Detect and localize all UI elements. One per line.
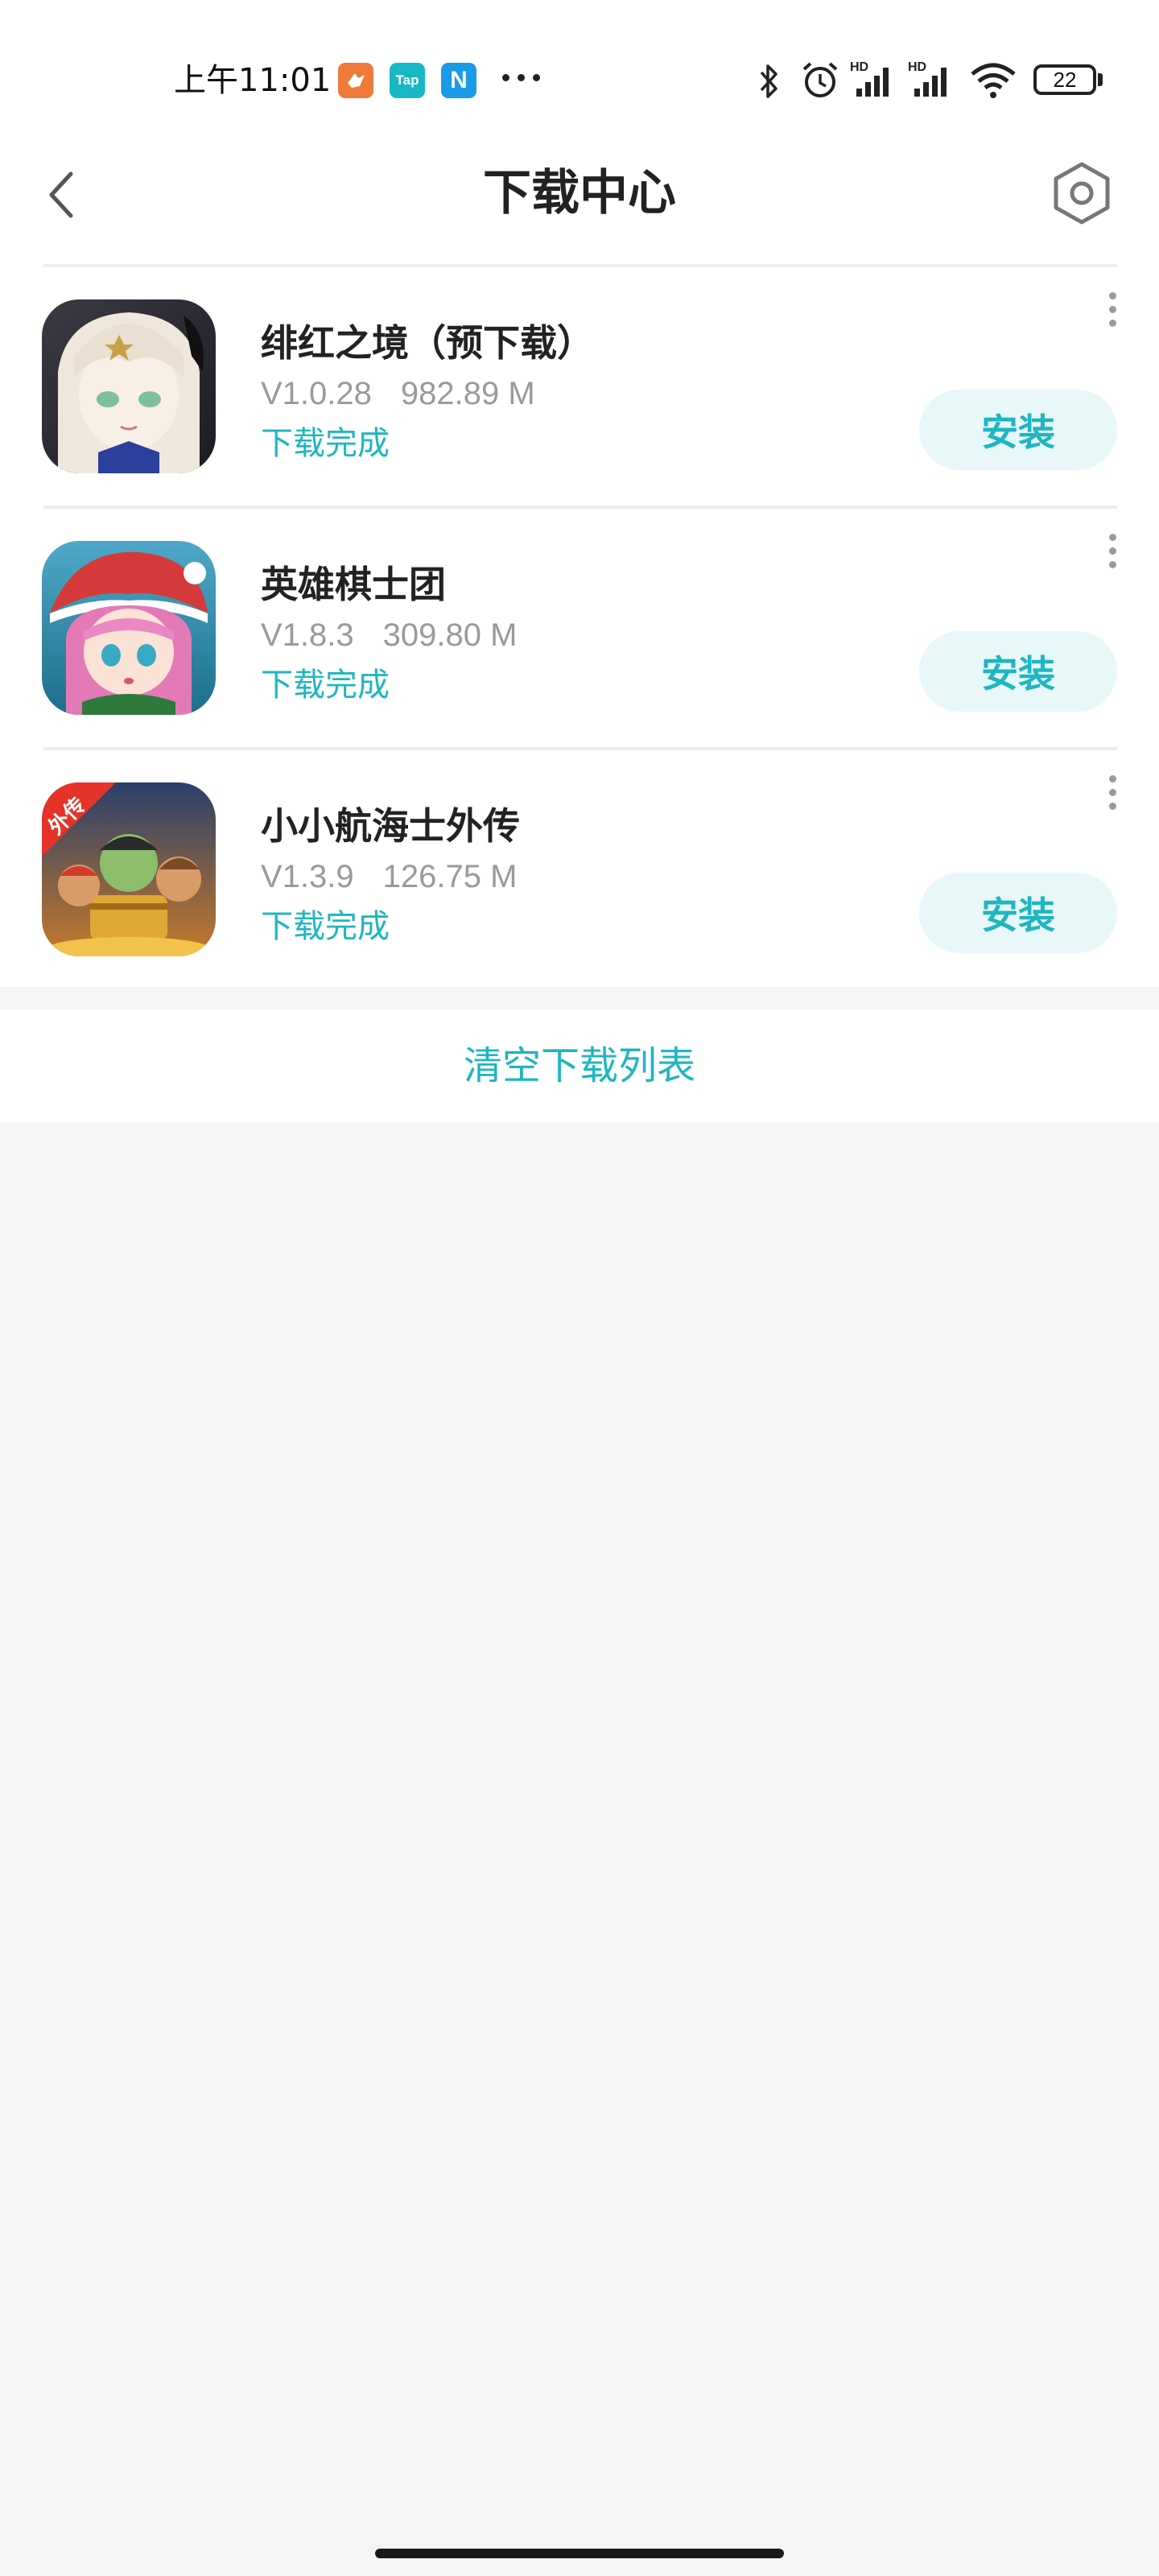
app-meta: V1.8.3 309.80 M (261, 613, 517, 657)
status-time: 上午11:01 (174, 62, 332, 99)
app-icon (42, 299, 216, 473)
download-item: 外传 小小航海士外传 V1.3.9 126.75 M 下载完成 安装 (0, 750, 1159, 989)
signal-icon: HD (908, 60, 947, 97)
app-meta: V1.0.28 982.89 M (261, 372, 535, 415)
app-icon: 外传 (42, 782, 216, 956)
app-version: V1.8.3 (261, 617, 354, 653)
svg-text:HD: HD (850, 60, 868, 74)
settings-button[interactable] (1048, 156, 1116, 230)
app-version: V1.3.9 (261, 859, 354, 894)
app-version: V1.0.28 (261, 376, 372, 411)
app-name: 绯红之境（预下载） (261, 321, 594, 365)
app-size: 126.75 M (382, 859, 518, 894)
clear-download-list-button[interactable]: 清空下载列表 (0, 1038, 1159, 1093)
download-item: 绯红之境（预下载） V1.0.28 982.89 M 下载完成 安装 (0, 267, 1159, 506)
clear-list-bar: 清空下载列表 (0, 1009, 1159, 1122)
app-size: 982.89 M (400, 376, 535, 411)
n-app-label: N (450, 67, 468, 93)
download-status: 下载完成 (261, 667, 390, 704)
more-options-icon[interactable] (1098, 285, 1127, 333)
install-button[interactable]: 安装 (919, 390, 1117, 470)
taptap-label: Tap (395, 72, 419, 88)
install-button[interactable]: 安装 (919, 631, 1117, 712)
app-name: 英雄棋士团 (261, 563, 446, 606)
more-options-icon[interactable] (1098, 526, 1127, 575)
app-icon (42, 541, 216, 715)
svg-text:HD: HD (908, 60, 926, 74)
more-notifications-icon (502, 74, 540, 81)
install-button[interactable]: 安装 (919, 873, 1117, 953)
home-indicator[interactable] (375, 2549, 784, 2558)
settings-hexagon-icon (1054, 162, 1110, 225)
more-options-icon[interactable] (1098, 768, 1127, 816)
alarm-icon (802, 62, 838, 97)
app-meta: V1.3.9 126.75 M (261, 855, 517, 898)
app-name: 小小航海士外传 (261, 804, 520, 848)
bird-app-icon (338, 63, 373, 98)
n-app-icon: N (441, 63, 476, 98)
wifi-icon (971, 63, 1016, 98)
download-status: 下载完成 (261, 908, 390, 945)
battery-icon: 22 (1033, 64, 1096, 95)
taptap-icon: Tap (390, 63, 425, 98)
app-header: 下载中心 (0, 137, 1159, 266)
bluetooth-icon (760, 64, 777, 98)
download-status: 下载完成 (261, 425, 390, 462)
page-title: 下载中心 (483, 165, 676, 221)
battery-level: 22 (1053, 67, 1077, 92)
download-item: 英雄棋士团 V1.8.3 309.80 M 下载完成 安装 (0, 509, 1159, 747)
battery-tip (1098, 73, 1103, 86)
app-size: 309.80 M (382, 617, 518, 653)
signal-icon: HD (850, 60, 889, 97)
